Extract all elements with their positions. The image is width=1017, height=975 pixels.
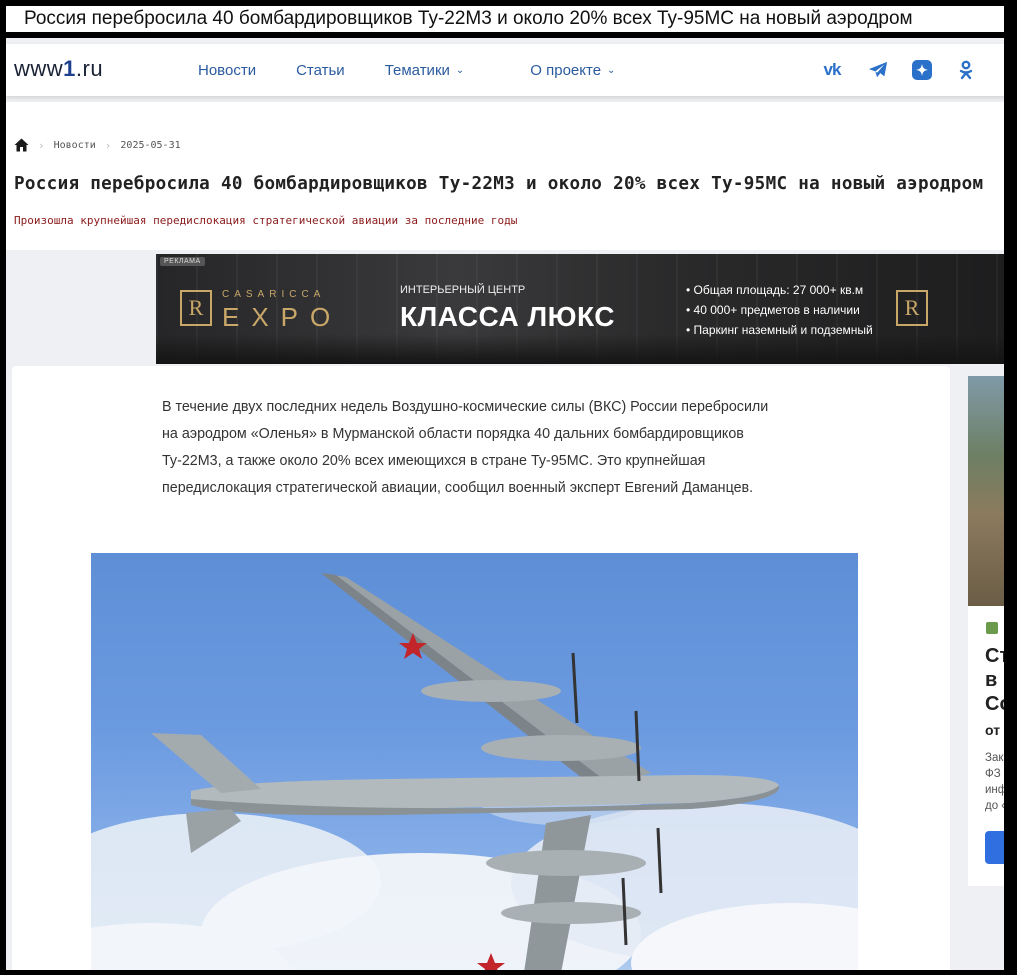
sidebar-ad-text: Зако ФЗ 2 инфо до «С xyxy=(985,752,1006,812)
browser-viewport: Россия перебросила 40 бомбардировщиков Т… xyxy=(6,6,1006,970)
home-icon[interactable] xyxy=(14,138,29,152)
nav-item-label: О проекте xyxy=(530,61,602,79)
article-body: В течение двух последних недель Воздушно… xyxy=(12,366,950,970)
chevron-down-icon: ⌄ xyxy=(607,64,616,76)
ad-brand-main: EXPO xyxy=(222,302,343,332)
ad-bullet: • 40 000+ предметов в наличии xyxy=(686,303,860,317)
social-links: vk ✦ xyxy=(798,44,978,96)
article-lead: В течение двух последних недель Воздушно… xyxy=(162,399,769,496)
frame-border xyxy=(1004,0,1017,975)
ad-headline: КЛАССА ЛЮКС xyxy=(400,301,615,332)
ad-banner[interactable]: РЕКЛАМА R CASARICCA EXPO ИНТЕРЬЕРНЫЙ ЦЕН… xyxy=(156,254,1006,364)
ad-kicker: ИНТЕРЬЕРНЫЙ ЦЕНТР xyxy=(400,284,526,296)
logo-suffix: .ru xyxy=(75,56,104,81)
article-subtitle: Произошла крупнейшая передислокация стра… xyxy=(14,214,518,227)
vk-icon[interactable]: vk xyxy=(820,58,844,82)
breadcrumb-date: 2025-05-31 xyxy=(120,139,181,151)
sidebar-ad-button[interactable] xyxy=(985,831,1006,864)
sidebar-ad-card[interactable]: а Ста в К Соб от 2 Зако ФЗ 2 инфо до «С xyxy=(968,376,1006,886)
sidebar-badge-icon xyxy=(986,622,998,634)
telegram-icon-svg xyxy=(868,61,888,78)
logo-prefix: www xyxy=(14,56,64,81)
telegram-icon[interactable] xyxy=(866,58,890,82)
breadcrumb-section[interactable]: Новости xyxy=(54,140,96,151)
ad-label: РЕКЛАМА xyxy=(160,257,205,266)
bomber-aircraft-image xyxy=(91,573,858,970)
sidebar-ad-price: от 2 xyxy=(985,722,1006,738)
ad-brand-logo: R xyxy=(180,290,212,326)
chevron-down-icon: ⌄ xyxy=(455,64,465,76)
ad-bullets: • Общая площадь: 27 000+ кв.м • 40 000+ … xyxy=(686,280,873,340)
breadcrumb-separator-icon: › xyxy=(38,138,45,152)
zen-icon[interactable]: ✦ xyxy=(912,60,932,80)
home-icon-svg xyxy=(14,138,29,152)
odnoklassniki-icon-svg xyxy=(959,60,973,80)
ad-bullet: • Общая площадь: 27 000+ кв.м xyxy=(686,283,864,297)
site-header: www1.ru Новости Статьи Тематики ⌄ О прое… xyxy=(6,44,1006,96)
article-photo[interactable] xyxy=(91,553,858,970)
nav-item-label: Статьи xyxy=(296,61,345,79)
nav-item-topics[interactable]: Тематики ⌄ xyxy=(385,62,465,79)
page-title-banner-text: Россия перебросила 40 бомбардировщиков Т… xyxy=(24,8,913,29)
page-title-banner: Россия перебросила 40 бомбардировщиков Т… xyxy=(6,6,1006,38)
sidebar-ad-title: Ста в К Соб xyxy=(985,645,1006,715)
ad-brand-top: CASARICCA xyxy=(222,289,326,300)
article-header: › Новости › 2025-05-31 Россия перебросил… xyxy=(6,102,1006,250)
odnoklassniki-icon[interactable] xyxy=(954,58,978,82)
breadcrumb: › Новости › 2025-05-31 xyxy=(14,138,181,152)
nav-item-label: Новости xyxy=(198,61,257,79)
sidebar-ad-image xyxy=(968,376,1006,606)
breadcrumb-separator-icon: › xyxy=(104,138,112,152)
nav-item-label: Тематики xyxy=(384,61,450,79)
ad-bullet: • Паркинг наземный и подземный xyxy=(686,323,873,337)
site-logo[interactable]: www1.ru xyxy=(14,56,103,82)
logo-one: 1 xyxy=(63,56,76,81)
ad-background-floor xyxy=(156,334,1006,364)
article-title: Россия перебросила 40 бомбардировщиков Т… xyxy=(14,174,984,194)
nav-item-articles[interactable]: Статьи xyxy=(296,62,345,79)
main-nav: Новости Статьи Тематики ⌄ О проекте ⌄ xyxy=(198,44,655,96)
ad-brand-logo-right: R xyxy=(896,290,928,326)
nav-item-about[interactable]: О проекте ⌄ xyxy=(530,62,615,79)
nav-item-news[interactable]: Новости xyxy=(198,62,256,79)
